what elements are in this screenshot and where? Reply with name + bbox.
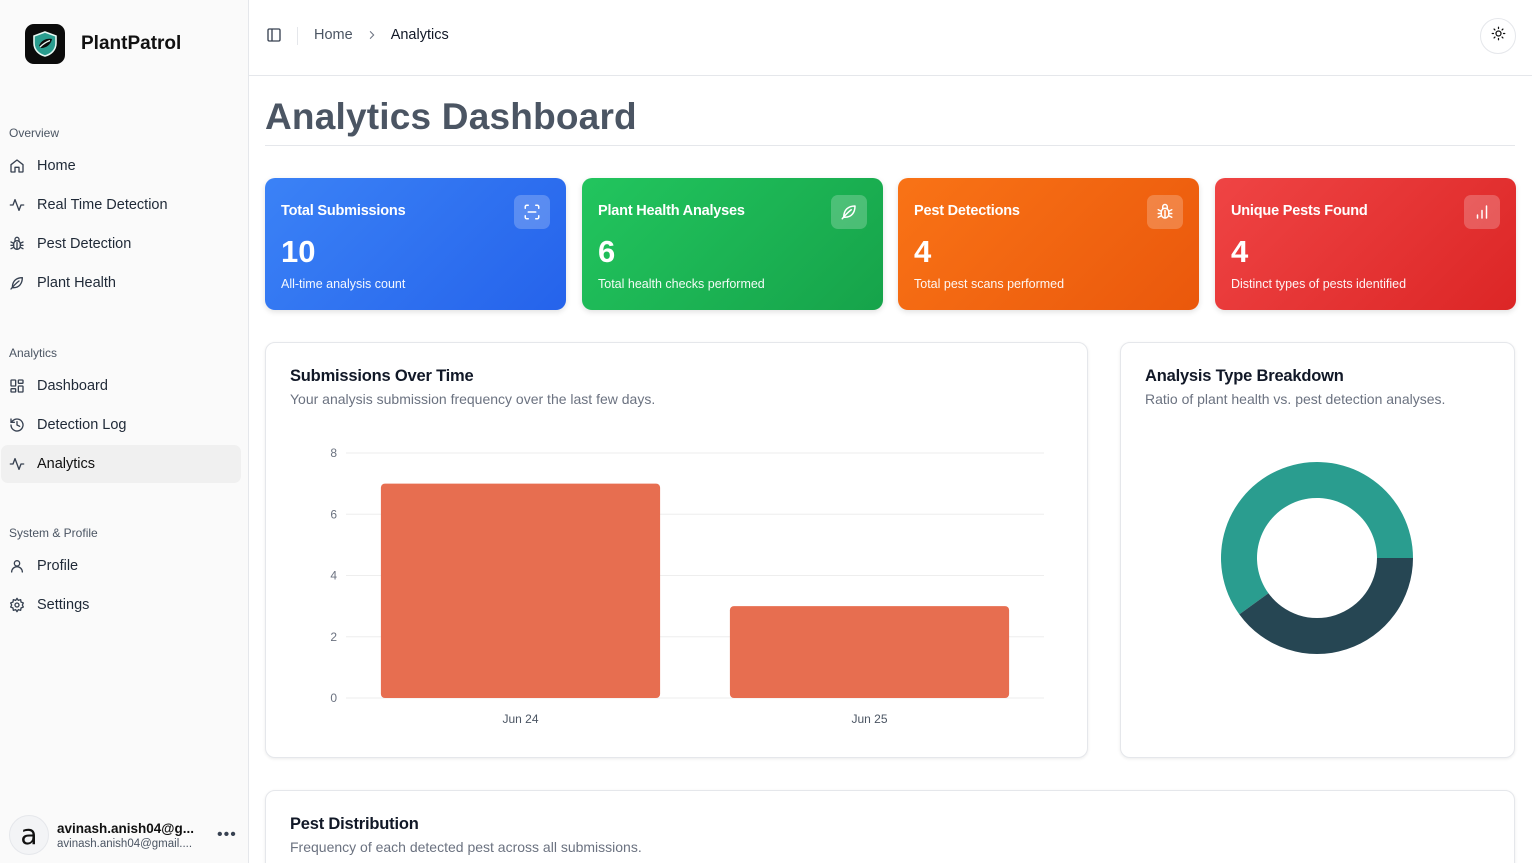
sidebar-item-dashboard[interactable]: Dashboard — [1, 367, 241, 405]
stat-card-plant-health-analyses: Plant Health Analyses 6 Total health che… — [582, 178, 883, 310]
stat-value: 6 — [598, 234, 616, 269]
app-name: PlantPatrol — [81, 33, 182, 54]
user-info: avinash.anish04@g... avinash.anish04@gma… — [57, 821, 209, 850]
sidebar-item-label: Plant Health — [37, 275, 116, 291]
sidebar-item-real-time-detection[interactable]: Real Time Detection — [1, 186, 241, 224]
theme-toggle-button[interactable] — [1480, 18, 1516, 54]
x-tick-label: Jun 24 — [502, 712, 538, 726]
grid-icon — [9, 378, 25, 394]
submissions-over-time-card: Submissions Over Time Your analysis subm… — [265, 342, 1088, 758]
x-tick-label: Jun 25 — [851, 712, 887, 726]
breadcrumb-current: Analytics — [390, 27, 449, 43]
y-tick-label: 2 — [330, 630, 337, 644]
card-subtitle: Frequency of each detected pest across a… — [290, 839, 642, 855]
more-icon[interactable]: ••• — [217, 826, 237, 844]
donut-slice-1 — [1239, 558, 1413, 655]
bar-chart-icon — [1464, 195, 1500, 229]
y-tick-label: 0 — [330, 691, 337, 705]
sidebar-item-label: Real Time Detection — [37, 197, 168, 213]
top-header: Home Analytics — [249, 0, 1532, 76]
analysis-type-breakdown-card: Analysis Type Breakdown Ratio of plant h… — [1120, 342, 1515, 758]
user-name: avinash.anish04@g... — [57, 820, 194, 836]
analysis-type-donut-chart — [1221, 462, 1413, 655]
stat-title: Plant Health Analyses — [598, 203, 745, 219]
brand[interactable]: PlantPatrol — [25, 24, 181, 64]
user-icon — [9, 558, 25, 574]
sidebar-toggle-icon[interactable] — [266, 27, 284, 45]
breadcrumb-home-link[interactable]: Home — [314, 27, 353, 43]
sun-icon — [1491, 26, 1506, 46]
breadcrumb: Home Analytics — [314, 27, 449, 43]
leaf-icon — [9, 275, 25, 291]
activity-icon — [9, 197, 25, 213]
sidebar-item-label: Detection Log — [37, 417, 127, 433]
sidebar-item-label: Settings — [37, 597, 90, 613]
home-icon — [9, 158, 25, 174]
sidebar-item-label: Home — [37, 158, 76, 174]
bar-jun-24 — [380, 483, 661, 698]
nav-section-overview: Overview Home Real Time Detection Pest D… — [0, 123, 249, 303]
pest-distribution-card: Pest Distribution Frequency of each dete… — [265, 790, 1515, 863]
sidebar-item-pest-detection[interactable]: Pest Detection — [1, 225, 241, 263]
stat-card-unique-pests-found: Unique Pests Found 4 Distinct types of p… — [1215, 178, 1516, 310]
stat-subtitle: All-time analysis count — [281, 277, 406, 291]
bug-icon — [9, 236, 25, 252]
stat-card-pest-detections: Pest Detections 4 Total pest scans perfo… — [898, 178, 1199, 310]
leaf-icon — [831, 195, 867, 229]
stat-value: 4 — [1231, 234, 1249, 269]
stat-title: Total Submissions — [281, 203, 406, 219]
sidebar-item-label: Analytics — [37, 456, 96, 472]
header-divider — [297, 27, 298, 45]
stat-title: Pest Detections — [914, 203, 1020, 219]
y-tick-label: 4 — [330, 569, 337, 583]
user-menu[interactable]: a avinash.anish04@g... avinash.anish04@g… — [9, 815, 241, 855]
stat-value: 10 — [281, 234, 316, 269]
sidebar-item-detection-log[interactable]: Detection Log — [1, 406, 241, 444]
logo-shield-icon — [25, 24, 65, 64]
nav-heading: Overview — [9, 126, 60, 140]
sidebar-item-label: Dashboard — [37, 378, 108, 394]
page-title: Analytics Dashboard — [265, 96, 637, 137]
history-icon — [9, 417, 25, 433]
sidebar-item-profile[interactable]: Profile — [1, 547, 241, 585]
sidebar-item-plant-health[interactable]: Plant Health — [1, 264, 241, 302]
sidebar-item-settings[interactable]: Settings — [1, 586, 241, 624]
stat-title: Unique Pests Found — [1231, 203, 1368, 219]
chevron-right-icon — [367, 28, 377, 43]
y-tick-label: 8 — [330, 446, 337, 460]
stat-card-total-submissions: Total Submissions 10 All-time analysis c… — [265, 178, 566, 310]
card-title: Pest Distribution — [290, 815, 419, 833]
stat-subtitle: Total health checks performed — [598, 277, 765, 291]
avatar: a — [9, 815, 49, 855]
sidebar: PlantPatrol Overview Home Real Time Dete… — [0, 0, 249, 863]
stat-value: 4 — [914, 234, 932, 269]
gear-icon — [9, 597, 25, 613]
bug-icon — [1147, 195, 1183, 229]
nav-heading: System & Profile — [9, 526, 98, 540]
sidebar-item-home[interactable]: Home — [1, 147, 241, 185]
activity-icon — [9, 456, 25, 472]
scan-icon — [514, 195, 550, 229]
sidebar-item-label: Pest Detection — [37, 236, 132, 252]
stat-subtitle: Total pest scans performed — [914, 277, 1065, 291]
submissions-bar-chart: 0 2 4 6 8 Jun 24 Jun 25 — [330, 446, 1044, 726]
sidebar-item-analytics[interactable]: Analytics — [1, 445, 241, 483]
title-divider — [265, 145, 1515, 146]
bar-jun-25 — [729, 606, 1010, 698]
user-email: avinash.anish04@gmail.... — [57, 837, 193, 850]
nav-heading: Analytics — [9, 346, 58, 360]
nav-section-system-profile: System & Profile Profile Settings — [0, 523, 249, 625]
y-tick-label: 6 — [330, 507, 337, 521]
stat-subtitle: Distinct types of pests identified — [1231, 277, 1407, 291]
nav-section-analytics: Analytics Dashboard Detection Log Analyt… — [0, 343, 249, 484]
sidebar-item-label: Profile — [37, 558, 79, 574]
